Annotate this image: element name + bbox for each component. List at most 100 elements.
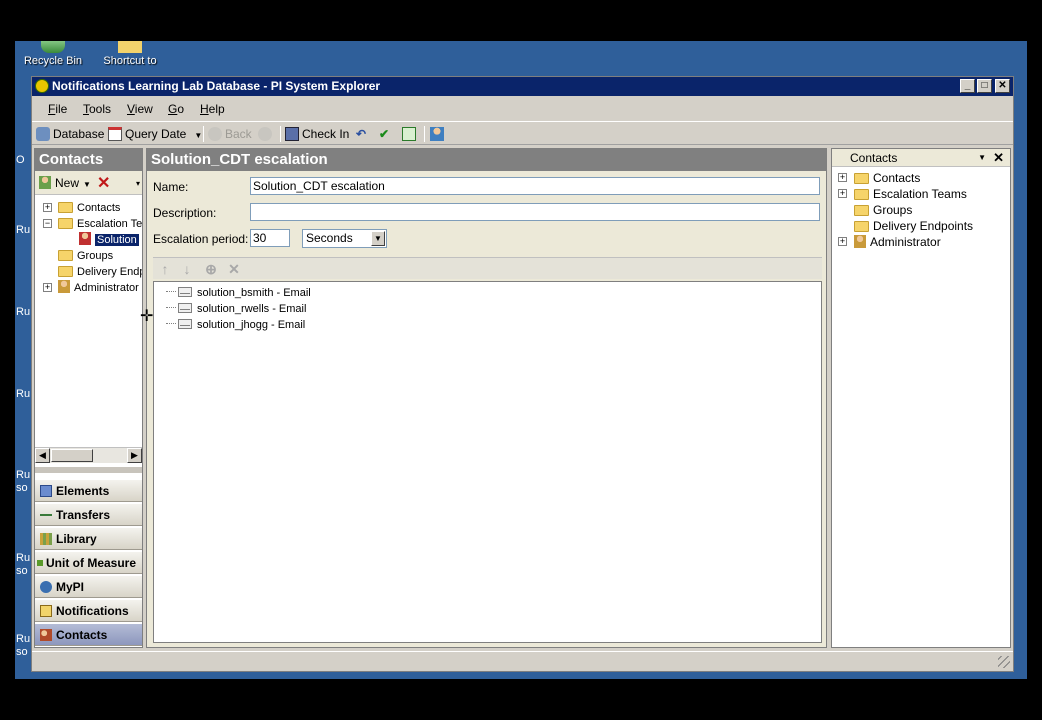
- shortcut-label: Shortcut to: [103, 55, 157, 67]
- menu-accel: H: [200, 102, 209, 116]
- menu-label: ile: [55, 102, 68, 116]
- contact-tool-button[interactable]: [430, 127, 447, 141]
- back-label: Back: [225, 127, 252, 141]
- move-down-icon[interactable]: ↓: [179, 261, 195, 277]
- expand-icon[interactable]: +: [838, 189, 847, 198]
- members-list: solution_bsmith - Email solution_rwells …: [153, 281, 822, 643]
- check-mark-icon[interactable]: ✔: [379, 127, 389, 141]
- new-button[interactable]: New ▼: [39, 176, 91, 190]
- nav-contacts[interactable]: Contacts: [35, 623, 142, 646]
- resize-cursor-icon: ✛: [140, 308, 154, 325]
- tree-item-groups[interactable]: Groups: [58, 248, 113, 264]
- nav-transfers[interactable]: Transfers: [35, 503, 142, 526]
- email-endpoint-icon: [178, 287, 192, 297]
- member-label: solution_jhogg - Email: [197, 319, 306, 331]
- query-date-button[interactable]: Query Date ▼: [108, 127, 202, 141]
- recycle-bin-desktop-icon[interactable]: Recycle Bin: [23, 41, 83, 67]
- desktop-side-label: Ru: [16, 469, 31, 481]
- menu-view[interactable]: View: [127, 102, 153, 116]
- menu-go[interactable]: Go: [168, 102, 184, 116]
- tree-item-escalation-teams[interactable]: − Escalation Te: [43, 216, 142, 232]
- back-button[interactable]: Back: [208, 127, 252, 141]
- desktop-side-label: so: [16, 482, 28, 494]
- new-contact-icon: [39, 176, 51, 189]
- undo-check-out-icon[interactable]: ↶: [356, 127, 366, 141]
- maximize-button[interactable]: □: [977, 79, 992, 93]
- expand-icon[interactable]: +: [838, 237, 847, 246]
- nav-label: Elements: [56, 484, 110, 498]
- name-label: Name:: [153, 180, 189, 194]
- shortcut-desktop-icon[interactable]: Shortcut to: [97, 41, 163, 67]
- chevron-down-icon[interactable]: ▼: [371, 231, 385, 246]
- main-toolbar: Database Query Date ▼ Back Check In ↶ ✔: [32, 121, 1013, 145]
- minimize-button[interactable]: _: [960, 79, 975, 93]
- elements-icon: [40, 485, 52, 497]
- menu-file[interactable]: File: [48, 102, 67, 116]
- scroll-thumb[interactable]: [51, 449, 93, 462]
- nav-elements[interactable]: Elements: [35, 479, 142, 502]
- expand-icon[interactable]: +: [838, 173, 847, 182]
- desktop-side-label: so: [16, 565, 28, 577]
- desktop-side-label: so: [16, 646, 28, 658]
- close-button[interactable]: ✕: [995, 79, 1010, 93]
- expand-icon[interactable]: +: [43, 203, 52, 212]
- escalation-unit-select[interactable]: Seconds ▼: [302, 229, 387, 248]
- scroll-right-icon[interactable]: ▶: [127, 448, 142, 463]
- nav-unit-of-measure[interactable]: Unit of Measure: [35, 551, 142, 574]
- tree-item-delivery-endpoints[interactable]: Delivery Endp: [58, 264, 142, 280]
- nav-splitter[interactable]: [35, 467, 142, 473]
- nav-label: Notifications: [56, 604, 129, 618]
- close-pane-icon[interactable]: ✕: [993, 149, 1004, 167]
- back-arrow-icon: [208, 127, 222, 141]
- list-item[interactable]: solution_rwells - Email: [166, 301, 306, 317]
- menu-accel: V: [127, 102, 135, 116]
- collapse-icon[interactable]: −: [43, 219, 52, 228]
- nav-label: MyPI: [56, 580, 85, 594]
- nav-mypi[interactable]: MyPI: [35, 575, 142, 598]
- query-date-label: Query Date: [125, 127, 187, 141]
- calendar-icon: [108, 127, 122, 141]
- tree-item-contacts[interactable]: + Contacts: [43, 200, 120, 216]
- menu-accel: G: [168, 102, 178, 116]
- remove-member-icon[interactable]: ✕: [226, 261, 242, 277]
- tree-horizontal-scrollbar[interactable]: ◀ ▶: [35, 447, 142, 463]
- nav-notifications[interactable]: Notifications: [35, 599, 142, 622]
- name-input[interactable]: Solution_CDT escalation: [250, 177, 820, 195]
- list-item[interactable]: solution_bsmith - Email: [166, 285, 311, 301]
- refresh-button[interactable]: [402, 127, 419, 141]
- menu-help[interactable]: Help: [200, 102, 225, 116]
- menu-tools[interactable]: Tools: [83, 102, 111, 116]
- move-up-icon[interactable]: ↑: [157, 261, 173, 277]
- side-tree-item-escalation-teams[interactable]: + Escalation Teams: [838, 186, 967, 202]
- nav-library[interactable]: Library: [35, 527, 142, 550]
- expand-icon[interactable]: +: [43, 283, 52, 292]
- nav-label: Contacts: [56, 628, 108, 642]
- side-tree-item-administrator[interactable]: + Administrator: [838, 234, 941, 250]
- tree-item-administrator[interactable]: + Administrator: [43, 280, 139, 296]
- side-tree-item-delivery-endpoints[interactable]: Delivery Endpoints: [854, 218, 973, 234]
- check-in-button[interactable]: Check In: [285, 127, 349, 141]
- side-tree-item-contacts[interactable]: + Contacts: [838, 170, 920, 186]
- transfers-icon: [40, 514, 52, 516]
- pane-menu-icon[interactable]: ▼: [978, 149, 986, 167]
- dropdown-arrow-icon[interactable]: ▼: [194, 131, 202, 140]
- chevron-down-icon[interactable]: ▼: [83, 180, 91, 189]
- user-icon: [854, 235, 866, 248]
- desktop-side-label: Ru: [16, 633, 31, 645]
- library-icon: [40, 533, 52, 545]
- side-tree-item-groups[interactable]: Groups: [854, 202, 912, 218]
- escalation-period-input[interactable]: 30: [250, 229, 290, 247]
- forward-arrow-icon: [258, 127, 272, 141]
- description-input[interactable]: [250, 203, 820, 221]
- toolbar-overflow-icon[interactable]: ▾: [136, 179, 140, 188]
- forward-button[interactable]: [258, 127, 275, 141]
- delete-icon[interactable]: ✕: [97, 173, 110, 193]
- window-titlebar[interactable]: Notifications Learning Lab Database - PI…: [32, 77, 1013, 96]
- resize-grip[interactable]: [998, 656, 1010, 668]
- scroll-left-icon[interactable]: ◀: [35, 448, 50, 463]
- database-button[interactable]: Database: [36, 127, 104, 141]
- list-item[interactable]: solution_jhogg - Email: [166, 317, 305, 333]
- tree-item-label: Groups: [873, 203, 913, 217]
- add-member-icon[interactable]: ⊕: [203, 261, 219, 277]
- tree-item-solution-escalation[interactable]: Solution: [79, 232, 140, 248]
